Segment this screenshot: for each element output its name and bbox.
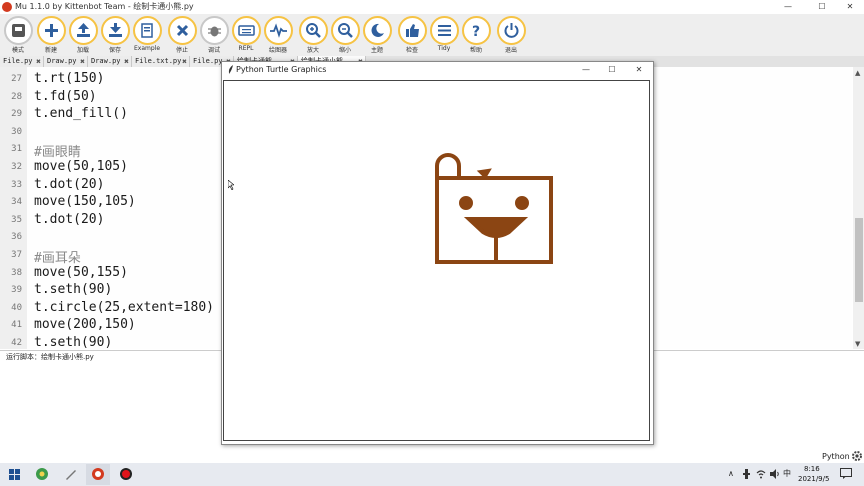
line-number: 32 <box>11 162 22 172</box>
code-line[interactable]: t.dot(20) <box>34 177 104 192</box>
code-line[interactable]: move(50,105) <box>34 159 128 174</box>
toolbar: 模式 新建 加载 保存 Example 停止 调试 REPL 绘图器 放大 缩小 <box>0 14 864 56</box>
code-line[interactable]: t.end_fill() <box>34 106 128 121</box>
list-icon <box>438 25 451 36</box>
upload-icon <box>77 23 90 37</box>
turtle-close-button[interactable]: ✕ <box>625 63 653 77</box>
taskbar-tools-icon[interactable] <box>64 467 78 481</box>
code-line[interactable]: move(150,105) <box>34 194 136 209</box>
notification-icon[interactable] <box>840 468 852 479</box>
plotter-button[interactable]: 绘图器 <box>262 16 294 56</box>
line-number: 33 <box>11 179 22 190</box>
line-number: 27 <box>11 74 22 84</box>
editor-scrollbar[interactable] <box>853 67 864 349</box>
help-button[interactable]: ? 帮助 <box>460 16 492 56</box>
code-line[interactable]: t.seth(90) <box>34 335 112 350</box>
chevron-up-icon[interactable]: ∧ <box>728 469 734 478</box>
code-comment[interactable]: #画眼睛 <box>34 141 81 160</box>
windows-start-icon[interactable] <box>9 469 20 480</box>
zoom-in-icon <box>306 23 321 38</box>
turtle-window-title: Python Turtle Graphics <box>236 65 327 74</box>
line-number: 36 <box>11 232 22 243</box>
code-line[interactable]: t.fd(50) <box>34 89 97 104</box>
line-number: 37 <box>11 250 22 260</box>
mouse-cursor-icon <box>228 180 234 190</box>
code-line[interactable]: t.seth(90) <box>34 282 112 297</box>
tab-file-py[interactable]: File.py ✖ <box>0 56 44 67</box>
feather-icon <box>228 65 233 74</box>
keyboard-icon <box>238 25 255 36</box>
code-line[interactable]: t.circle(25,extent=180) <box>34 300 214 315</box>
maximize-button[interactable]: ☐ <box>808 0 836 14</box>
plus-icon <box>45 24 58 37</box>
line-number: 40 <box>11 302 22 313</box>
close-tab-icon[interactable]: ✖ <box>80 56 85 67</box>
cartoon-bear-drawing <box>435 153 553 264</box>
line-number: 39 <box>11 285 22 296</box>
zoom-out-icon <box>338 23 353 38</box>
scroll-up-icon[interactable]: ▲ <box>855 69 860 77</box>
close-tab-icon[interactable]: ✖ <box>182 56 187 67</box>
code-comment[interactable]: #画耳朵 <box>34 247 81 266</box>
quit-button[interactable]: 退出 <box>495 16 527 56</box>
wifi-icon[interactable] <box>756 469 766 479</box>
minimize-button[interactable]: — <box>774 0 802 14</box>
close-tab-icon[interactable]: ✖ <box>36 56 41 67</box>
close-button[interactable]: ✕ <box>836 0 864 14</box>
mode-indicator[interactable]: Python <box>822 452 850 461</box>
code-line[interactable]: t.rt(150) <box>34 71 104 86</box>
taskbar-record-icon[interactable] <box>119 467 133 481</box>
turtle-minimize-button[interactable]: — <box>572 63 600 77</box>
pulse-icon <box>270 23 287 38</box>
line-number: 29 <box>11 109 22 120</box>
power-icon <box>504 23 519 38</box>
scroll-down-icon[interactable]: ▼ <box>855 340 860 348</box>
volume-icon[interactable] <box>770 469 780 479</box>
running-script-text: 运行脚本：绘制卡通小熊.py <box>6 353 94 361</box>
usb-icon[interactable] <box>742 469 751 479</box>
mode-icon <box>12 24 25 37</box>
help-icon: ? <box>472 24 480 40</box>
quit-label: 退出 <box>504 47 517 54</box>
bear-left-eye <box>459 196 473 210</box>
download-icon <box>109 23 122 37</box>
gear-icon[interactable] <box>851 450 863 462</box>
line-number: 31 <box>11 144 22 155</box>
thumbs-up-icon <box>406 24 419 37</box>
line-number: 38 <box>11 267 22 278</box>
clock-time[interactable]: 8:16 <box>804 465 820 473</box>
line-number: 30 <box>11 126 22 137</box>
line-number: 42 <box>11 338 22 348</box>
tab-draw-py[interactable]: Draw.py ✖ <box>44 56 88 67</box>
line-number: 35 <box>11 214 22 225</box>
close-tab-icon[interactable]: ✖ <box>124 56 129 67</box>
stop-icon <box>176 24 189 37</box>
taskbar-mu-icon[interactable] <box>91 467 105 481</box>
theme-button[interactable]: 主题 <box>361 16 393 56</box>
moon-icon <box>371 23 384 37</box>
line-number: 41 <box>11 320 22 331</box>
example-icon <box>141 23 153 38</box>
bear-right-eye <box>515 196 529 210</box>
code-line[interactable]: t.dot(20) <box>34 212 104 227</box>
editor-scrollbar-thumb[interactable] <box>855 218 863 302</box>
tab-draw-py-2[interactable]: Draw.py ✖ <box>88 56 132 67</box>
code-line[interactable]: move(50,155) <box>34 265 128 280</box>
turtle-cursor <box>476 168 492 180</box>
line-number: 28 <box>11 91 22 102</box>
svg-text:?: ? <box>472 24 480 40</box>
tab-file-txt-py[interactable]: File.txt.py ✖ <box>132 56 190 67</box>
clock-date[interactable]: 2021/9/5 <box>798 475 829 483</box>
window-title: Mu 1.1.0 by Kittenbot Team - 绘制卡通小熊.py <box>15 2 194 11</box>
turtle-maximize-button[interactable]: ☐ <box>598 63 626 77</box>
bug-icon <box>208 26 221 37</box>
ime-indicator[interactable]: 中 <box>783 468 791 479</box>
line-number: 34 <box>11 197 22 208</box>
taskbar-app-icon[interactable] <box>35 467 49 481</box>
bear-ear-arc <box>435 153 461 180</box>
mu-app-icon <box>2 2 12 12</box>
example-button[interactable]: Example <box>131 16 163 56</box>
code-line[interactable]: move(200,150) <box>34 317 136 332</box>
